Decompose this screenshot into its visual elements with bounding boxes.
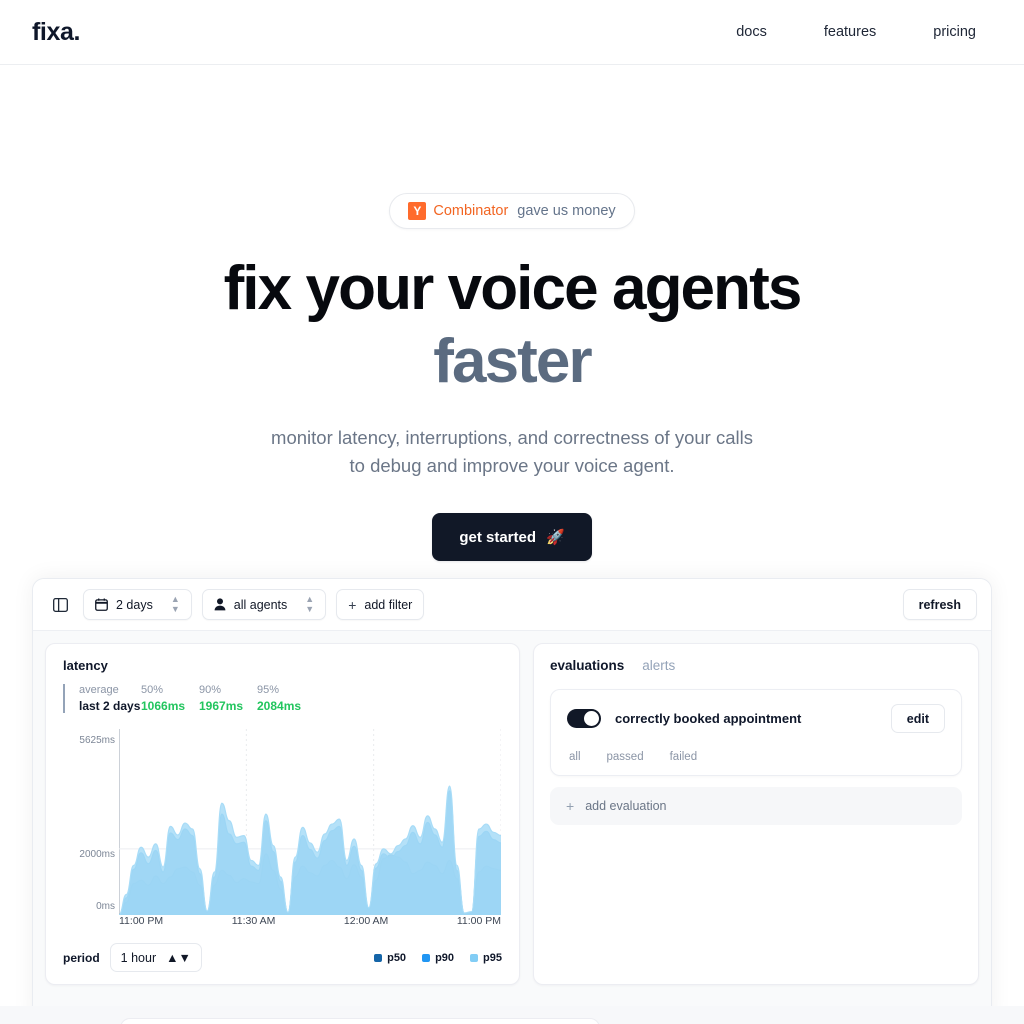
- filter-all[interactable]: all: [569, 751, 581, 763]
- headline-line-2: faster: [433, 327, 592, 396]
- stat-value-p90: 1967ms: [199, 699, 244, 713]
- next-section-card-peek: [120, 1018, 600, 1024]
- evaluation-enable-toggle[interactable]: [567, 709, 601, 728]
- latency-card: latency average 50% 90% 95% last 2 days …: [45, 643, 520, 985]
- dashboard-preview: 2 days ▲ ▼ all agents ▲ ▼ + add filter ref…: [32, 578, 992, 1024]
- headline-line-1: fix your voice agents: [223, 254, 803, 323]
- stat-row-label: last 2 days: [79, 699, 141, 713]
- legend-item-p90: p90: [422, 952, 454, 964]
- evaluation-item: correctly booked appointment edit all pa…: [550, 689, 962, 776]
- filter-passed[interactable]: passed: [607, 751, 644, 763]
- chart-canvas: [119, 729, 501, 915]
- hero-section: Y Combinator gave us money fix your voic…: [0, 65, 1024, 562]
- latency-chart[interactable]: 5625ms 2000ms 0ms 11:00 PM 11:30 AM 12:0…: [63, 729, 502, 929]
- get-started-label: get started: [459, 528, 536, 546]
- add-evaluation-button[interactable]: + add evaluation: [550, 787, 962, 825]
- nav-link-docs[interactable]: docs: [736, 24, 767, 40]
- nav-link-pricing[interactable]: pricing: [933, 24, 976, 40]
- chart-legend: p50 p90 p95: [374, 952, 502, 964]
- tab-evaluations[interactable]: evaluations: [550, 658, 624, 673]
- x-axis-tick-0: 11:00 PM: [119, 915, 164, 927]
- y-axis-tick-mid: 2000ms: [79, 849, 115, 860]
- evaluation-name: correctly booked appointment: [615, 711, 802, 726]
- date-range-label: 2 days: [116, 597, 153, 612]
- plus-icon: +: [348, 596, 357, 613]
- agent-filter[interactable]: all agents ▲ ▼: [201, 589, 327, 620]
- add-filter-button[interactable]: + add filter: [336, 589, 425, 620]
- stat-header-p95: 95%: [257, 684, 280, 696]
- chevron-updown-icon: ▲▼: [305, 594, 315, 614]
- edit-evaluation-button[interactable]: edit: [890, 704, 945, 733]
- legend-label-p90: p90: [435, 951, 455, 964]
- stat-value-p95: 2084ms: [257, 699, 302, 713]
- y-axis-tick-max: 5625ms: [79, 735, 115, 746]
- period-select[interactable]: 1 hour ▲▼: [109, 943, 202, 972]
- refresh-button[interactable]: refresh: [902, 589, 977, 620]
- x-axis-tick-3: 11:00 PM: [456, 915, 501, 927]
- add-evaluation-label: add evaluation: [585, 799, 667, 813]
- latency-stats: average 50% 90% 95% last 2 days 1066ms 1…: [63, 684, 502, 713]
- evaluations-card: evaluations alerts correctly booked appo…: [533, 643, 979, 985]
- x-axis-tick-1: 11:30 AM: [231, 915, 276, 927]
- legend-item-p50: p50: [374, 952, 406, 964]
- x-axis-tick-2: 12:00 AM: [343, 915, 389, 927]
- person-icon: [214, 598, 226, 611]
- dashboard-toolbar: 2 days ▲ ▼ all agents ▲ ▼ + add filter ref…: [33, 579, 991, 631]
- period-value: 1 hour: [120, 950, 157, 965]
- date-range-filter[interactable]: 2 days ▲ ▼: [83, 589, 192, 620]
- chevron-updown-icon: ▲▼: [166, 950, 191, 965]
- toggle-knob: [584, 711, 599, 726]
- chevron-updown-icon: ▲▼: [170, 594, 180, 614]
- nav-link-features[interactable]: features: [824, 24, 876, 40]
- legend-swatch-p95: [470, 953, 479, 962]
- hero-subheading: monitor latency, interruptions, and corr…: [0, 424, 1024, 480]
- filter-failed[interactable]: failed: [670, 751, 698, 763]
- stat-header-p50: 50%: [141, 684, 164, 696]
- tab-alerts[interactable]: alerts: [642, 658, 675, 673]
- legend-swatch-p90: [422, 953, 431, 962]
- rocket-icon: 🚀: [546, 529, 565, 547]
- add-filter-label: add filter: [364, 597, 413, 612]
- legend-swatch-p50: [374, 953, 383, 962]
- yc-logo-icon: Y: [408, 202, 427, 220]
- yc-badge[interactable]: Y Combinator gave us money: [389, 193, 635, 229]
- get-started-button[interactable]: get started 🚀: [432, 513, 592, 562]
- evaluations-tabs: evaluations alerts: [550, 658, 962, 673]
- subhead-line-1: monitor latency, interruptions, and corr…: [271, 427, 753, 448]
- site-logo[interactable]: fixa.: [32, 18, 80, 47]
- subhead-line-2: to debug and improve your voice agent.: [349, 455, 675, 477]
- chart-footer: period 1 hour ▲▼ p50 p90 p95: [63, 943, 502, 972]
- evaluation-result-filters: all passed failed: [567, 751, 945, 763]
- calendar-icon: [95, 598, 108, 611]
- stat-value-p50: 1066ms: [141, 699, 186, 713]
- dashboard-body: latency average 50% 90% 95% last 2 days …: [33, 631, 991, 997]
- stat-header-p90: 90%: [199, 684, 222, 696]
- latency-card-title: latency: [63, 658, 108, 673]
- panel-toggle-icon[interactable]: [47, 592, 73, 618]
- evaluation-row: correctly booked appointment edit: [567, 704, 945, 733]
- top-navigation: fixa. docs features pricing: [0, 0, 1024, 65]
- yc-badge-brand: Combinator: [433, 203, 509, 219]
- x-axis-ticks: 11:00 PM 11:30 AM 12:00 AM 11:00 PM: [119, 915, 501, 927]
- period-label: period: [63, 950, 100, 965]
- nav-links: docs features pricing: [736, 24, 992, 40]
- stat-header-average: average: [79, 684, 119, 696]
- y-axis-tick-zero: 0ms: [96, 901, 115, 912]
- legend-label-p95: p95: [483, 951, 502, 964]
- plus-icon: +: [566, 798, 575, 814]
- yc-badge-tail: gave us money: [517, 203, 616, 219]
- page-title: fix your voice agents faster: [0, 258, 1024, 393]
- agent-filter-label: all agents: [233, 597, 288, 612]
- legend-label-p50: p50: [387, 951, 407, 964]
- legend-item-p95: p95: [470, 952, 502, 964]
